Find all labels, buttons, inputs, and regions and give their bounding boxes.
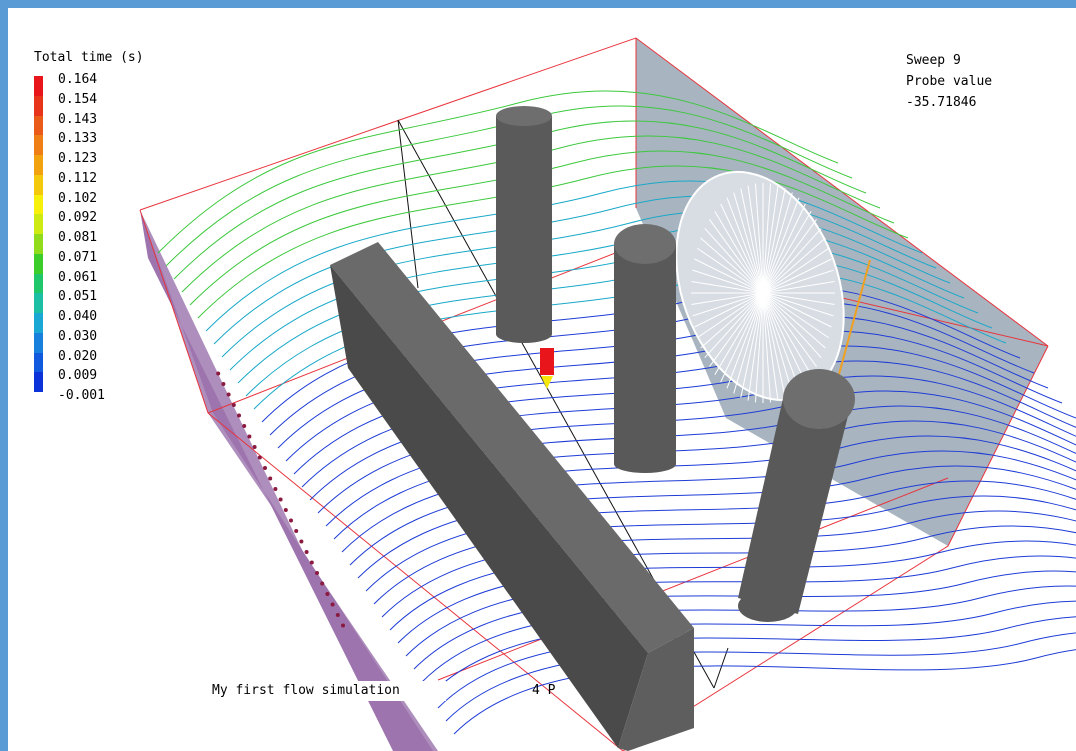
legend-label: 0.051 [58,289,98,305]
legend-swatch [34,253,43,274]
legend-label: 0.030 [58,328,98,344]
legend-swatch [34,135,43,155]
seed-point [257,455,262,460]
legend-label: 0.009 [58,368,98,384]
seed-point [237,413,241,418]
seed-point [273,487,278,491]
legend-swatch [34,155,43,175]
legend-label: 0.102 [58,190,98,206]
seed-point [335,613,340,617]
legend-label: 0.071 [58,249,98,265]
cylinder-2 [614,224,676,473]
seed-point [268,476,273,481]
legend-swatch [34,95,43,116]
seed-point [247,434,252,439]
legend-swatch [34,214,43,234]
legend-color-bar [34,76,43,399]
simulation-title: My first flow simulation [204,681,446,701]
legend-label: 0.061 [58,269,98,285]
legend-swatch [34,115,43,136]
legend-label: -0.001 [58,388,105,403]
legend-label: 0.081 [58,230,98,245]
legend-label: 0.092 [58,210,98,226]
legend-swatch [34,234,43,254]
simulation-title-suffix: 4 P [532,683,556,698]
legend-swatch [34,352,43,373]
seed-point [320,581,325,586]
seed-point [263,466,267,470]
flow-scene[interactable] [8,8,1076,751]
legend-swatch [34,273,43,294]
streamline [445,632,1076,722]
seed-point [283,508,288,512]
cylinder-1 [496,106,552,343]
legend-title: Total time (s) [34,50,144,65]
legend-label: 0.020 [58,348,98,364]
legend-label: 0.164 [58,72,98,87]
seed-point [289,518,293,523]
legend-label: 0.133 [58,131,98,147]
seed-point [252,445,257,449]
seed-point [309,560,314,565]
probe-value: -35.71846 [906,95,977,110]
legend-label: 0.040 [58,309,98,324]
seed-point [294,529,299,533]
seed-point [242,424,247,428]
seed-point [325,592,330,596]
legend-swatch [34,372,43,392]
seed-point [231,403,236,407]
legend-swatch [34,313,43,333]
3d-viewport[interactable]: Total time (s) 0.164 0.154 0.143 0.133 0.123… [8,8,1076,751]
probe-readout: Sweep 9 Probe value -35.71846 [906,50,992,113]
seed-point [226,392,231,397]
seed-point [315,571,319,575]
sweep-label: Sweep 9 [906,53,961,68]
seed-point [278,497,283,502]
legend-swatch [34,293,43,313]
seed-point [304,550,309,554]
legend-swatch [34,76,43,96]
probe-value-label: Probe value [906,74,993,89]
legend-labels: 0.164 0.154 0.143 0.133 0.123 0.112 0.102 0.092… [58,70,105,406]
app-frame: Total time (s) 0.164 0.154 0.143 0.133 0.123… [0,0,1076,751]
seed-point [221,382,226,386]
legend-swatch [34,332,43,353]
legend-label: 0.143 [58,111,98,127]
seed-point [216,371,221,376]
legend-label: 0.112 [58,170,98,186]
seed-point [330,602,335,607]
seed-point [341,623,345,628]
legend-label: 0.154 [58,91,98,107]
seed-point [299,539,304,544]
legend-swatch [34,174,43,195]
legend-label: 0.123 [58,151,98,166]
legend-swatch [34,194,43,215]
